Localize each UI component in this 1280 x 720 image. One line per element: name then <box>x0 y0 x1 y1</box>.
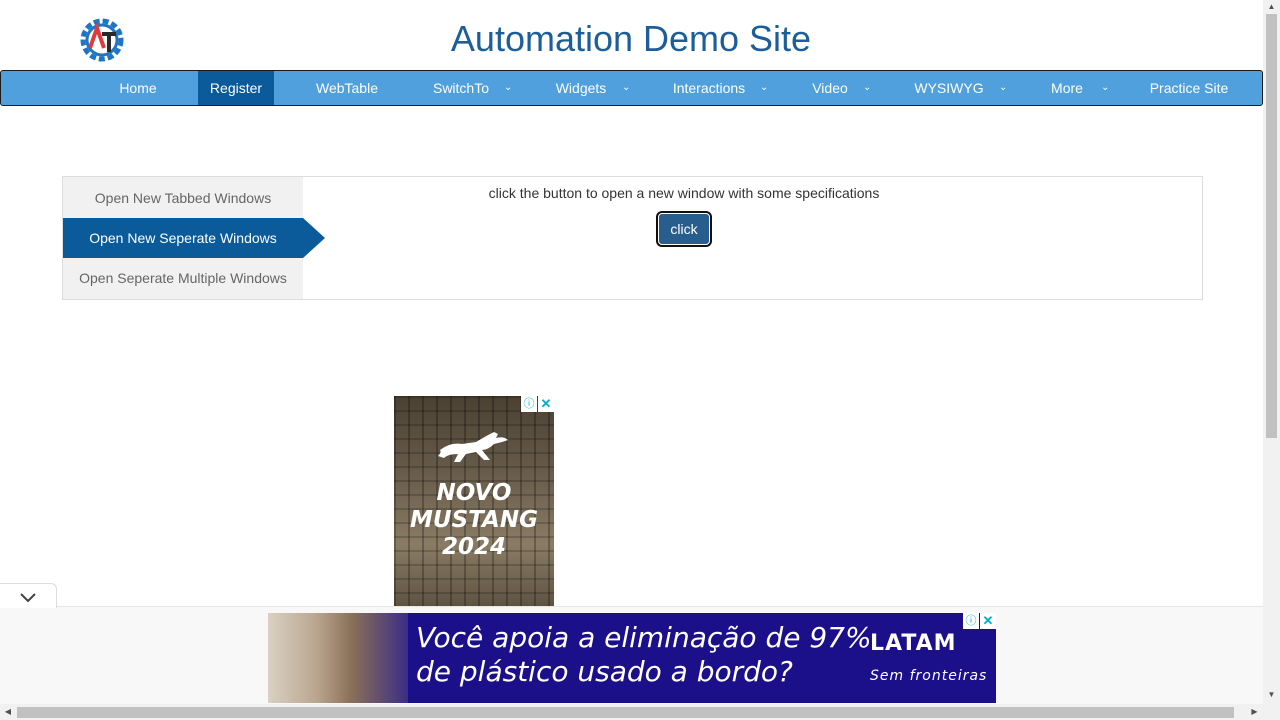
ad-photo <box>268 613 408 703</box>
ad-line-2: MUSTANG <box>410 507 538 533</box>
close-icon[interactable]: ✕ <box>980 613 996 629</box>
collapse-ad-tab[interactable] <box>0 583 57 608</box>
chevron-down-icon <box>20 593 36 603</box>
nav-wysiwyg[interactable]: WYSIWYG ⌄ <box>901 71 1007 105</box>
chevron-down-icon: ⌄ <box>863 82 872 93</box>
scroll-down-icon[interactable]: ▼ <box>1263 688 1280 702</box>
chevron-down-icon: ⌄ <box>1101 82 1110 93</box>
tab-sidebar: Open New Tabbed Windows Open New Seperat… <box>63 177 303 299</box>
info-icon[interactable]: ⓘ <box>521 396 537 412</box>
nav-video-label: Video <box>812 80 848 96</box>
scroll-left-icon[interactable]: ◀ <box>0 704 16 720</box>
info-icon[interactable]: ⓘ <box>963 613 979 629</box>
chevron-down-icon: ⌄ <box>999 82 1008 93</box>
ad-tagline: Sem fronteiras <box>870 668 988 684</box>
instruction-text: click the button to open a new window wi… <box>488 185 880 201</box>
nav-widgets[interactable]: Widgets ⌄ <box>541 71 631 105</box>
nav-more-label: More <box>1051 80 1083 96</box>
chevron-down-icon: ⌄ <box>504 82 513 93</box>
ad-bottom-line-2: de plástico usado a bordo? <box>416 655 793 688</box>
horizontal-scroll-thumb[interactable] <box>17 707 1234 718</box>
nav-home[interactable]: Home <box>99 71 177 105</box>
chevron-down-icon: ⌄ <box>622 82 631 93</box>
click-button[interactable]: click <box>658 213 710 245</box>
nav-interactions-label: Interactions <box>672 80 746 96</box>
mustang-ad[interactable]: NOVO MUSTANG 2024 <box>394 396 554 608</box>
ad-line-3: 2024 <box>441 534 506 560</box>
nav-switchto[interactable]: SwitchTo ⌄ <box>421 71 512 105</box>
scroll-right-icon[interactable]: ▶ <box>1246 704 1263 720</box>
nav-register-label: Register <box>209 80 263 96</box>
nav-practice-site-label: Practice Site <box>1149 80 1229 96</box>
scroll-up-icon[interactable]: ▲ <box>1263 0 1280 14</box>
horse-logo-icon <box>438 432 508 462</box>
nav-webtable[interactable]: WebTable <box>297 71 397 105</box>
tab-open-new-tabbed-windows[interactable]: Open New Tabbed Windows <box>63 178 303 218</box>
vertical-scroll-thumb[interactable] <box>1266 14 1277 438</box>
chevron-down-icon: ⌄ <box>760 82 769 93</box>
tab-open-new-seperate-windows[interactable]: Open New Seperate Windows <box>63 218 303 258</box>
latam-ad[interactable]: Você apoia a eliminação de 97% de plásti… <box>268 613 996 703</box>
site-title: Automation Demo Site <box>450 18 812 59</box>
tab-open-seperate-multiple-windows[interactable]: Open Seperate Multiple Windows <box>63 258 303 298</box>
nav-more[interactable]: More ⌄ <box>1037 71 1109 105</box>
nav-video[interactable]: Video ⌄ <box>797 71 871 105</box>
ad-brand: LATAM <box>870 631 957 656</box>
nav-home-label: Home <box>119 80 157 96</box>
nav-interactions[interactable]: Interactions ⌄ <box>661 71 769 105</box>
nav-register[interactable]: Register <box>198 71 274 105</box>
ad-bottom-line-1: Você apoia a eliminação de 97% <box>416 621 872 654</box>
nav-wysiwyg-label: WYSIWYG <box>914 80 984 96</box>
active-tab-arrow <box>303 218 325 258</box>
nav-switchto-label: SwitchTo <box>432 80 490 96</box>
nav-webtable-label: WebTable <box>315 80 378 96</box>
nav-practice-site[interactable]: Practice Site <box>1133 71 1245 105</box>
nav-widgets-label: Widgets <box>555 80 607 96</box>
main-navbar: Home Register WebTable SwitchTo ⌄ Widgets… <box>0 70 1263 106</box>
close-icon[interactable]: ✕ <box>538 396 554 412</box>
ad-line-1: NOVO <box>436 480 512 506</box>
windows-tab-panel: Open New Tabbed Windows Open New Seperat… <box>62 176 1203 300</box>
